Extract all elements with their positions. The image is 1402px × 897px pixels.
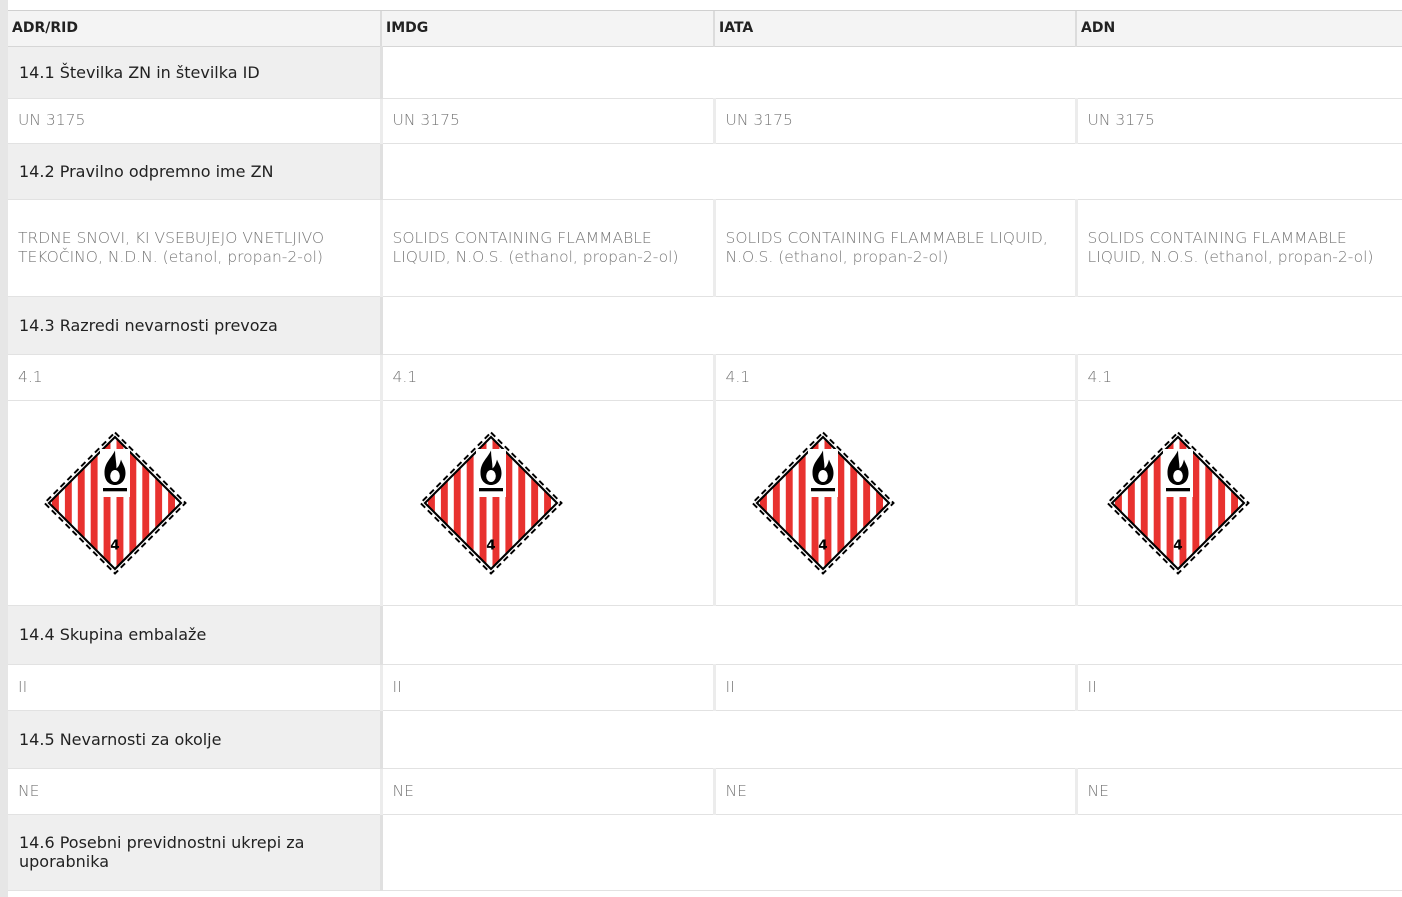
column-header-imdg: IMDG (381, 11, 715, 47)
flammable-solid-class-4-icon: 4 (418, 430, 563, 575)
value-adn: NE (1076, 768, 1402, 815)
value-row-environmental: NE NE NE NE (8, 768, 1402, 815)
value-imdg: 4.1 (381, 354, 716, 401)
value-adr-rid: II (8, 664, 383, 711)
value-imdg: II (381, 664, 716, 711)
column-header-adn: ADN (1076, 11, 1402, 47)
header-row: ADR/RID IMDG IATA ADN (8, 11, 1402, 47)
value-adn: SOLIDS CONTAINING FLAMMABLE LIQUID, N.O.… (1076, 199, 1402, 297)
value-adn: II (1076, 664, 1402, 711)
value-adr-rid: UN 3175 (8, 98, 383, 144)
section-label: 14.2 Pravilno odpremno ime ZN (8, 143, 383, 200)
value-adn: 4.1 (1076, 354, 1402, 401)
pictogram-row: 4 4 4 4 (8, 400, 1402, 606)
transport-info-table: ADR/RID IMDG IATA ADN 14.1 Številka ZN i… (8, 11, 1402, 891)
section-row-environmental: 14.5 Nevarnosti za okolje (8, 710, 1402, 769)
value-imdg: UN 3175 (381, 98, 716, 144)
section-row-special-precautions: 14.6 Posebni previdnostni ukrepi za upor… (8, 814, 1402, 891)
pictogram-cell-imdg: 4 (381, 400, 716, 606)
pictogram-cell-adn: 4 (1076, 400, 1402, 606)
value-adr-rid: NE (8, 768, 383, 815)
section-label: 14.3 Razredi nevarnosti prevoza (8, 296, 383, 355)
value-row-shipping-name: TRDNE SNOVI, KI VSEBUJEJO VNETLJIVO TEKO… (8, 199, 1402, 297)
section-label: 14.5 Nevarnosti za okolje (8, 710, 383, 769)
section-row-packing-group: 14.4 Skupina embalaže (8, 605, 1402, 665)
section-label: 14.6 Posebni previdnostni ukrepi za upor… (8, 814, 383, 891)
value-row-un-number: UN 3175 UN 3175 UN 3175 UN 3175 (8, 98, 1402, 144)
value-imdg: SOLIDS CONTAINING FLAMMABLE LIQUID, N.O.… (381, 199, 716, 297)
section-label: 14.4 Skupina embalaže (8, 605, 383, 665)
top-bar (0, 0, 1402, 11)
value-row-packing-group: II II II II (8, 664, 1402, 711)
hazard-class-number: 4 (818, 537, 827, 553)
flammable-solid-class-4-icon: 4 (43, 430, 187, 575)
value-iata: 4.1 (714, 354, 1078, 401)
hazard-class-number: 4 (1173, 537, 1182, 553)
pictogram-cell-iata: 4 (714, 400, 1078, 606)
section-row-hazard-class: 14.3 Razredi nevarnosti prevoza (8, 296, 1402, 355)
value-iata: UN 3175 (714, 98, 1078, 144)
hazard-class-number: 4 (110, 537, 119, 553)
value-row-hazard-class: 4.1 4.1 4.1 4.1 (8, 354, 1402, 401)
flammable-solid-class-4-icon: 4 (1105, 430, 1250, 575)
value-imdg: NE (381, 768, 716, 815)
value-iata: II (714, 664, 1078, 711)
section-row-shipping-name: 14.2 Pravilno odpremno ime ZN (8, 143, 1402, 200)
value-adr-rid: 4.1 (8, 354, 383, 401)
column-header-iata: IATA (714, 11, 1077, 47)
flammable-solid-class-4-icon: 4 (750, 430, 895, 575)
value-adr-rid: TRDNE SNOVI, KI VSEBUJEJO VNETLJIVO TEKO… (8, 199, 383, 297)
section-row-un-number: 14.1 Številka ZN in številka ID (8, 46, 1402, 99)
hazard-class-number: 4 (486, 537, 495, 553)
pictogram-cell-adr-rid: 4 (8, 400, 383, 606)
left-accent-bar (0, 0, 8, 897)
value-iata: SOLIDS CONTAINING FLAMMABLE LIQUID, N.O.… (714, 199, 1078, 297)
column-header-adr-rid: ADR/RID (8, 11, 382, 47)
value-iata: NE (714, 768, 1078, 815)
section-label: 14.1 Številka ZN in številka ID (8, 46, 383, 99)
value-adn: UN 3175 (1076, 98, 1402, 144)
